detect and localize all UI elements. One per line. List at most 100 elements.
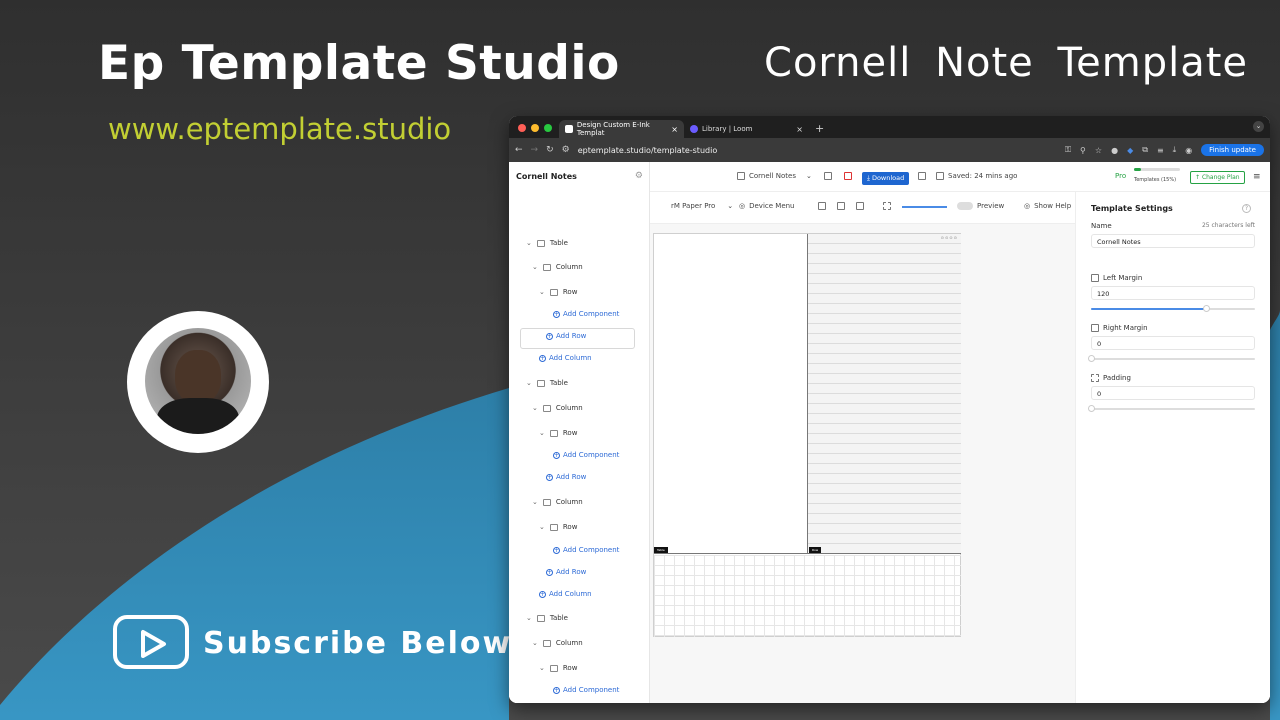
reload-icon[interactable]: ↻: [546, 145, 554, 155]
tree-node-row[interactable]: ⌄ Row: [539, 664, 577, 672]
tree-node-column[interactable]: ⌄ Column: [532, 498, 583, 506]
url-field[interactable]: eptemplate.studio/template-studio: [578, 146, 718, 155]
toggle-switch[interactable]: [957, 202, 973, 210]
notes-column[interactable]: ⊙⊙⊙⊙: [808, 234, 961, 554]
chevron-down-icon[interactable]: ⌄: [526, 614, 532, 622]
downloads-icon[interactable]: ⤓: [1173, 145, 1177, 155]
chevron-down-icon[interactable]: ⌄: [532, 639, 538, 647]
close-tab-icon[interactable]: ×: [671, 125, 678, 134]
cue-column[interactable]: [654, 234, 808, 554]
device-menu-button[interactable]: ◎ Device Menu: [739, 202, 795, 210]
settings-gear-icon[interactable]: ⚙: [635, 171, 643, 181]
tab-design-templates[interactable]: Design Custom E-Ink Templat ×: [559, 120, 684, 138]
templates-progress: [1134, 168, 1180, 171]
zoom-slider[interactable]: [902, 206, 947, 208]
layout-portrait-button[interactable]: [837, 202, 845, 210]
chevron-down-icon[interactable]: ⌄: [532, 263, 538, 271]
tree-add-component-link[interactable]: + Add Component: [553, 451, 619, 459]
extension-blue-icon[interactable]: ◆: [1127, 146, 1133, 155]
change-plan-button[interactable]: ↑ Change Plan: [1190, 171, 1245, 184]
chevron-down-icon[interactable]: ⌄: [539, 429, 545, 437]
tree-add-component-link[interactable]: + Add Component: [553, 546, 619, 554]
site-info-icon[interactable]: ⚙: [562, 145, 570, 155]
table-icon: [542, 263, 551, 271]
tree-link-label: Add Row: [556, 568, 587, 576]
tree-node-label: Column: [555, 639, 583, 647]
right-margin-slider[interactable]: [1088, 355, 1255, 362]
chevron-down-icon[interactable]: ⌄: [539, 288, 545, 296]
chevron-down-icon[interactable]: ⌄: [532, 498, 538, 506]
tab-search-icon[interactable]: ⌄: [1253, 121, 1264, 132]
close-window-icon[interactable]: [518, 124, 526, 132]
chevron-down-icon[interactable]: ⌄: [526, 239, 532, 247]
minimize-window-icon[interactable]: [531, 124, 539, 132]
duplicate-button[interactable]: [824, 172, 832, 180]
forward-icon[interactable]: →: [531, 145, 539, 155]
hamburger-menu-icon[interactable]: ≡: [1253, 172, 1261, 182]
new-tab-icon[interactable]: +: [809, 122, 830, 138]
download-button[interactable]: ⤓ Download: [862, 172, 910, 185]
tree-node-row[interactable]: ⌄ Row: [539, 429, 577, 437]
chevron-down-icon[interactable]: ⌄: [539, 664, 545, 672]
preview-toggle[interactable]: Preview: [957, 202, 1004, 210]
tree-node-table[interactable]: ⌄ Table: [526, 614, 568, 622]
delete-button[interactable]: [844, 172, 852, 180]
preview-label: Preview: [977, 202, 1005, 210]
layout-single-button[interactable]: [818, 202, 826, 210]
extension-icon[interactable]: ●: [1111, 146, 1118, 155]
profile-icon[interactable]: ◉: [1185, 146, 1192, 155]
tree-node-row[interactable]: ⌄ Row: [539, 288, 577, 296]
device-select[interactable]: rM Paper Pro ⌄: [671, 202, 733, 210]
template-settings-panel: Template Settings ? Name 25 characters l…: [1075, 192, 1270, 703]
back-icon[interactable]: ←: [515, 145, 523, 155]
extensions-puzzle-icon[interactable]: ⧉: [1142, 145, 1148, 155]
chevron-down-icon[interactable]: ⌄: [532, 404, 538, 412]
template-select[interactable]: Cornell Notes ⌄: [737, 172, 812, 180]
tree-add-row-link[interactable]: + Add Row: [546, 473, 586, 481]
bookmark-star-icon[interactable]: ☆: [1095, 146, 1102, 155]
summary-grid[interactable]: [654, 555, 961, 637]
tree-node-table[interactable]: ⌄ Table: [526, 239, 568, 247]
close-tab-icon[interactable]: ×: [796, 125, 803, 134]
upgrade-arrow-icon: ↑: [1195, 174, 1202, 181]
canvas-area[interactable]: ⊙⊙⊙⊙ Table Row ➤: [650, 223, 1216, 703]
show-help-button[interactable]: ◎ Show Help: [1024, 202, 1071, 210]
plus-circle-icon: +: [553, 310, 560, 318]
row-tag: Row: [809, 547, 822, 553]
help-icon[interactable]: ?: [1242, 204, 1251, 213]
finish-update-button[interactable]: Finish update: [1201, 144, 1264, 156]
print-button[interactable]: [918, 172, 926, 180]
padding-input[interactable]: 0: [1091, 386, 1255, 400]
window-controls[interactable]: [509, 124, 559, 138]
zoom-icon[interactable]: ⚲: [1080, 146, 1086, 155]
plan-badge: Pro: [1115, 172, 1126, 180]
zoom-fit-button[interactable]: [883, 202, 891, 210]
reading-list-icon[interactable]: ≡: [1157, 146, 1164, 155]
cell-tools-icon[interactable]: ⊙⊙⊙⊙: [941, 235, 958, 240]
padding-slider[interactable]: [1088, 405, 1255, 412]
maximize-window-icon[interactable]: [544, 124, 552, 132]
tree-add-component-link[interactable]: + Add Component: [553, 310, 619, 318]
brand-title: Ep Template Studio: [98, 36, 620, 91]
tree-node-column[interactable]: ⌄ Column: [532, 404, 583, 412]
left-margin-slider[interactable]: [1091, 305, 1255, 312]
tree-add-row-link[interactable]: + Add Row: [546, 332, 586, 340]
tree-node-column[interactable]: ⌄ Column: [532, 639, 583, 647]
tree-add-column-link[interactable]: + Add Column: [539, 354, 592, 362]
template-page[interactable]: ⊙⊙⊙⊙ Table Row: [653, 233, 961, 637]
layout-split-button[interactable]: [856, 202, 864, 210]
right-margin-input[interactable]: 0: [1091, 336, 1255, 350]
tree-node-row[interactable]: ⌄ Row: [539, 523, 577, 531]
tab-loom[interactable]: Library | Loom ×: [684, 120, 809, 138]
password-key-icon[interactable]: ⚿: [1065, 145, 1071, 155]
tree-node-table[interactable]: ⌄ Table: [526, 379, 568, 387]
tree-node-column[interactable]: ⌄ Column: [532, 263, 583, 271]
tree-add-column-link[interactable]: + Add Column: [539, 590, 592, 598]
chevron-down-icon[interactable]: ⌄: [539, 523, 545, 531]
left-margin-input[interactable]: 120: [1091, 286, 1255, 300]
name-input[interactable]: Cornell Notes: [1091, 234, 1255, 248]
subscribe-text: Subscribe Below: [203, 626, 513, 661]
tree-add-row-link[interactable]: + Add Row: [546, 568, 586, 576]
chevron-down-icon[interactable]: ⌄: [526, 379, 532, 387]
tree-add-component-link[interactable]: + Add Component: [553, 686, 619, 694]
